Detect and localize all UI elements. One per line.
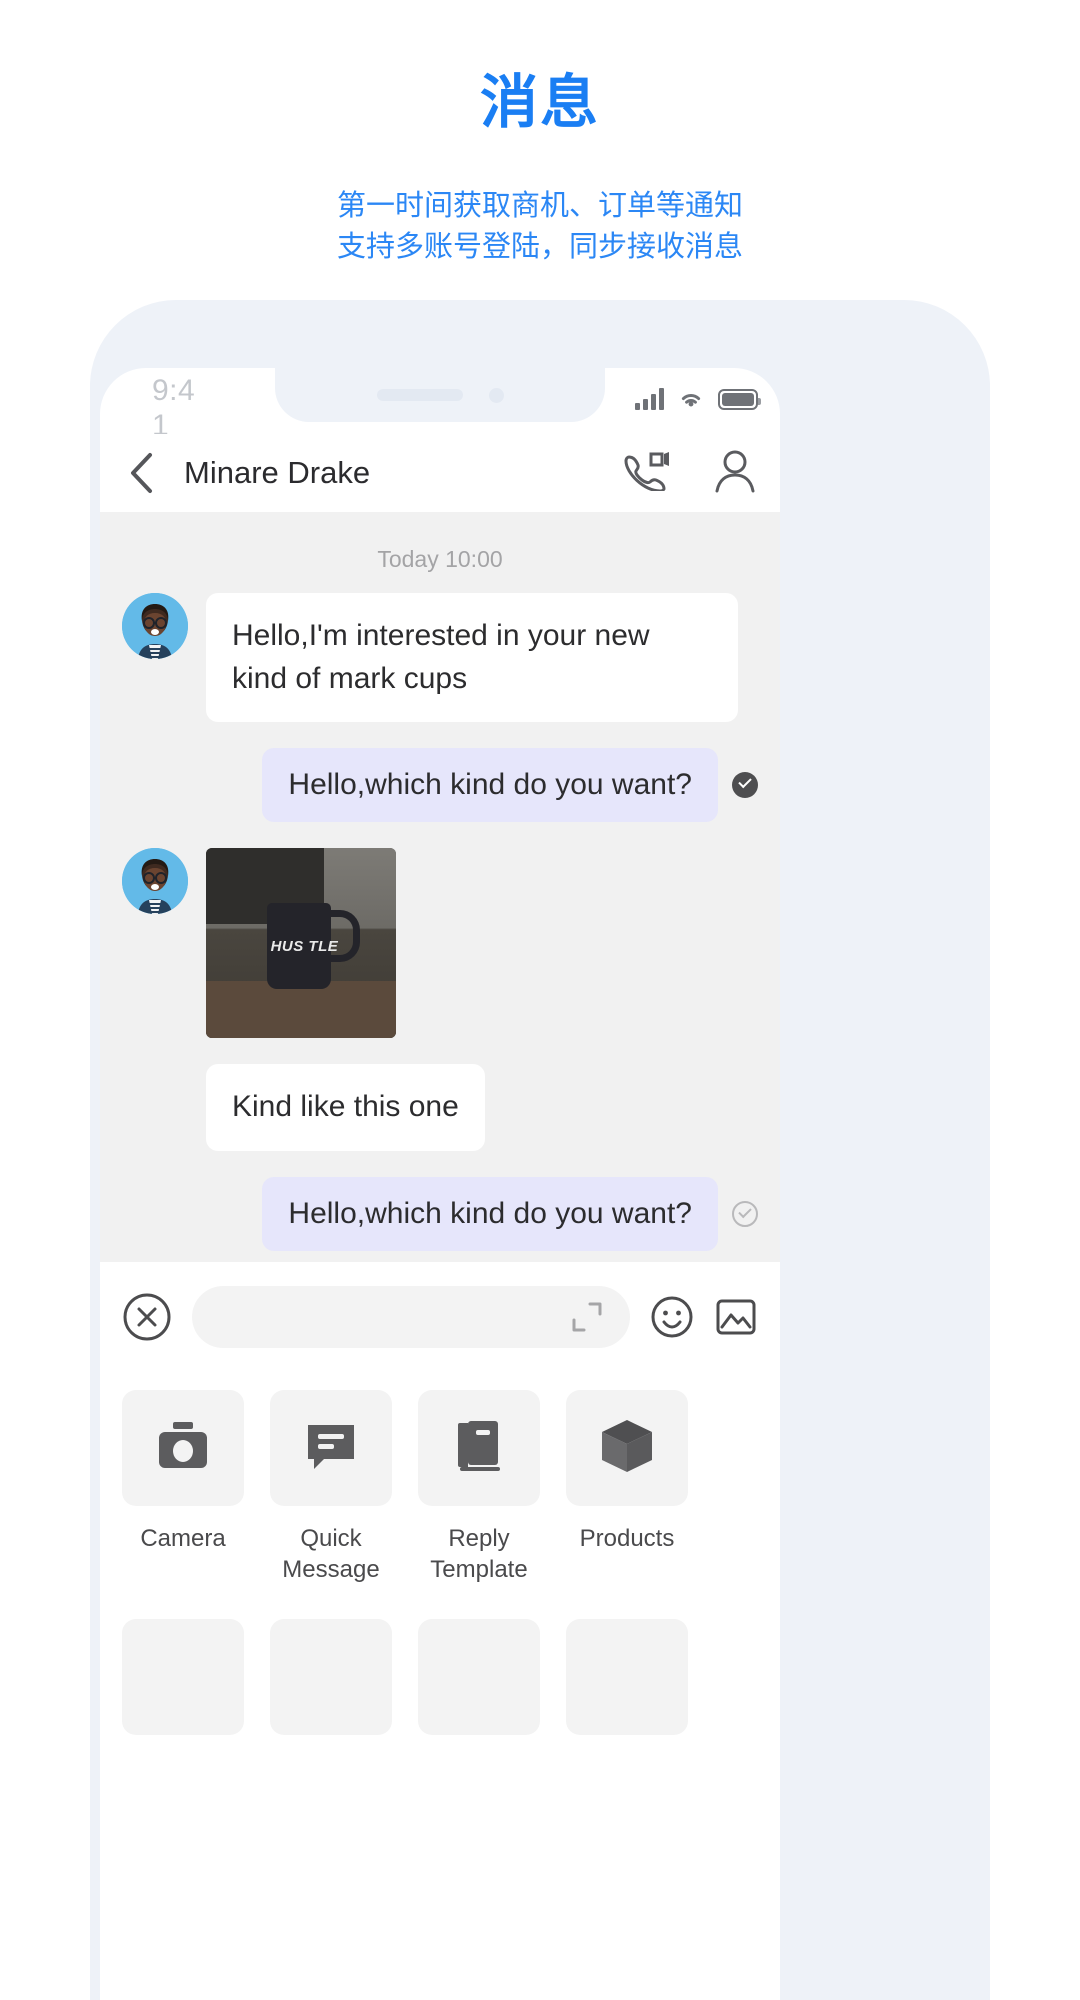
action-panel: Camera Quick Message Reply Template Prod… bbox=[100, 1372, 780, 1586]
message-row-incoming-image: HUS TLE bbox=[122, 848, 758, 1039]
message-bubble: Kind like this one bbox=[206, 1064, 485, 1151]
phone-notch bbox=[275, 368, 605, 422]
action-quick-message[interactable]: Quick Message bbox=[270, 1390, 392, 1585]
photo-table bbox=[206, 981, 396, 1039]
phone-mockup: 9:41 Minare Drake Today 10:00 Hello,I'm … bbox=[90, 300, 990, 2000]
avatar bbox=[122, 848, 188, 915]
phone-screen: 9:41 Minare Drake Today 10:00 Hello,I'm … bbox=[100, 368, 780, 2000]
wifi-icon bbox=[677, 388, 705, 410]
message-input[interactable] bbox=[192, 1286, 630, 1348]
message-status-icon bbox=[732, 1200, 758, 1227]
action-label: Camera bbox=[140, 1525, 226, 1552]
image-icon[interactable] bbox=[714, 1295, 758, 1339]
contact-name: Minare Drake bbox=[184, 455, 371, 490]
action-tile[interactable] bbox=[418, 1390, 540, 1506]
products-box-icon bbox=[600, 1418, 654, 1479]
action-label: Quick Message bbox=[270, 1524, 392, 1585]
message-row-outgoing: Hello,which kind do you want? bbox=[122, 1176, 758, 1251]
message-row-incoming: Hello,I'm interested in your new kind of… bbox=[122, 593, 758, 723]
page-title: 消息 bbox=[479, 70, 600, 135]
navbar-actions bbox=[624, 449, 756, 498]
mug-text: HUS TLE bbox=[270, 937, 339, 955]
profile-icon[interactable] bbox=[714, 449, 756, 498]
promo-subtitle-line-1: 第一时间获取商机、订单等通知 bbox=[336, 190, 743, 222]
action-tile[interactable] bbox=[122, 1619, 244, 1736]
video-call-icon[interactable] bbox=[624, 451, 670, 496]
message-status-icon bbox=[732, 772, 758, 799]
battery-icon bbox=[718, 388, 761, 410]
promo-subtitle-line-2: 支持多账号登陆，同步接收消息 bbox=[336, 231, 743, 264]
action-tile[interactable] bbox=[566, 1390, 688, 1506]
action-label-line1: Reply bbox=[448, 1525, 510, 1552]
message-bubble: Hello,which kind do you want? bbox=[262, 748, 718, 823]
action-camera[interactable]: Camera bbox=[122, 1390, 244, 1585]
emoji-smiley-icon[interactable] bbox=[650, 1295, 694, 1339]
message-image[interactable]: HUS TLE bbox=[206, 848, 396, 1039]
action-tile[interactable] bbox=[270, 1619, 392, 1736]
close-circle-icon[interactable] bbox=[122, 1292, 172, 1342]
status-time: 9:41 bbox=[152, 374, 196, 442]
status-indicators bbox=[635, 388, 761, 410]
front-camera bbox=[488, 387, 504, 403]
action-tile[interactable] bbox=[418, 1619, 540, 1736]
message-row-incoming: Kind like this one bbox=[122, 1064, 758, 1151]
camera-icon bbox=[155, 1420, 211, 1477]
action-reply-template[interactable]: Reply Template bbox=[418, 1390, 540, 1585]
chat-navbar: Minare Drake bbox=[100, 434, 780, 512]
quick-message-icon bbox=[304, 1419, 358, 1478]
chat-messages[interactable]: Today 10:00 Hello,I'm interested in your… bbox=[100, 512, 780, 1262]
action-label-line2: Message bbox=[282, 1555, 380, 1583]
chat-timestamp: Today 10:00 bbox=[377, 546, 503, 572]
promo-header: 消息 第一时间获取商机、订单等通知 支持多账号登陆，同步接收消息 bbox=[0, 0, 1080, 268]
action-tile[interactable] bbox=[270, 1390, 392, 1506]
message-row-outgoing: Hello,which kind do you want? bbox=[122, 748, 758, 823]
message-bubble: Hello,I'm interested in your new kind of… bbox=[206, 593, 738, 723]
back-button[interactable] bbox=[128, 450, 168, 496]
action-panel-row-2 bbox=[100, 1585, 780, 1736]
avatar-spacer bbox=[122, 1064, 188, 1151]
action-label-line2: Template bbox=[430, 1555, 528, 1583]
action-label: Reply Template bbox=[418, 1524, 540, 1585]
action-tile[interactable] bbox=[122, 1390, 244, 1506]
action-label-line1: Quick bbox=[300, 1525, 362, 1552]
speaker-grill bbox=[376, 389, 463, 401]
action-label: Products bbox=[579, 1525, 675, 1552]
action-products[interactable]: Products bbox=[566, 1390, 688, 1585]
promo-subtitle: 第一时间获取商机、订单等通知 支持多账号登陆，同步接收消息 bbox=[0, 186, 1080, 268]
chat-input-bar bbox=[100, 1262, 780, 1372]
expand-icon[interactable] bbox=[570, 1300, 604, 1334]
message-bubble: Hello,which kind do you want? bbox=[262, 1176, 718, 1251]
avatar bbox=[122, 593, 188, 659]
signal-icon bbox=[635, 388, 664, 410]
action-tile[interactable] bbox=[566, 1619, 688, 1736]
reply-template-icon bbox=[454, 1419, 504, 1478]
